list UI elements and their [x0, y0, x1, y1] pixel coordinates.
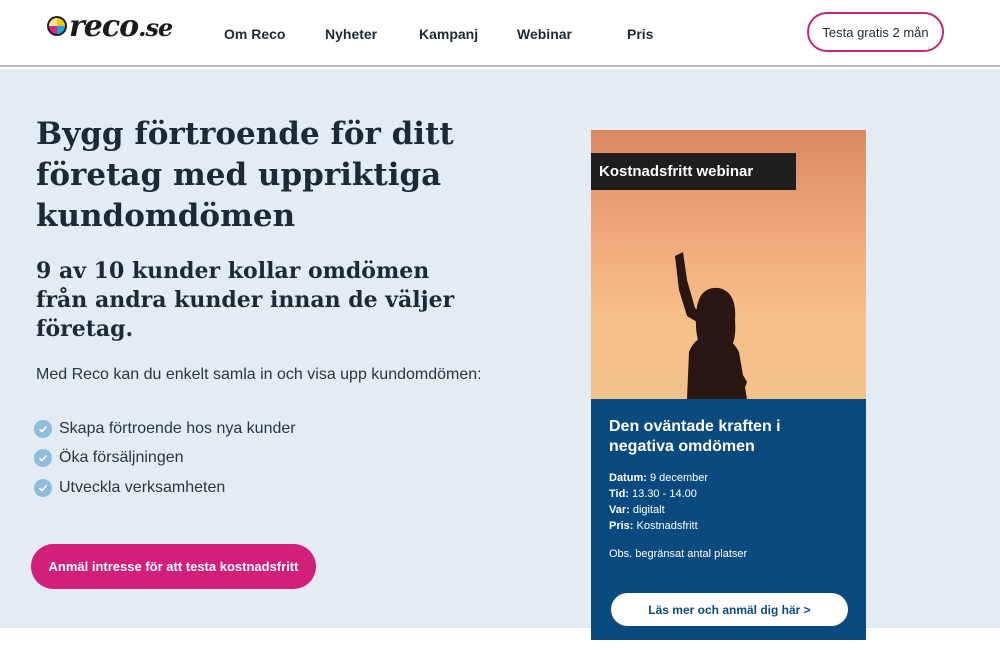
webinar-note: Obs. begränsat antal platser [609, 548, 748, 560]
nav-webinar[interactable]: Webinar [517, 26, 572, 42]
webinar-info: Den oväntade kraften i negativa omdömen … [591, 399, 866, 640]
webinar-tag: Kostnadsfritt webinar [591, 153, 796, 190]
logo-text: reco.se [69, 8, 173, 44]
webinar-price: Pris: Kostnadsfritt [609, 520, 698, 532]
webinar-hero-image: Kostnadsfritt webinar [591, 130, 866, 399]
check-icon [34, 419, 52, 438]
nav-om-reco[interactable]: Om Reco [224, 26, 285, 42]
register-interest-button[interactable]: Anmäl intresse för att testa kostnadsfri… [31, 544, 316, 589]
logo-color-wheel-icon [47, 16, 67, 36]
hero-headline: Bygg förtroende för ditt företag med upp… [36, 116, 454, 234]
webinar-date: Datum: 9 december [609, 472, 709, 484]
webinar-place: Var: digitalt [609, 504, 665, 516]
webinar-details: Datum: 9 december Tid: 13.30 - 14.00 Var… [609, 470, 708, 534]
benefit-label: Utveckla verksamheten [59, 478, 226, 496]
nav-kampanj[interactable]: Kampanj [419, 26, 478, 42]
check-icon [34, 449, 52, 468]
webinar-title: Den oväntade kraften i negativa omdömen [609, 418, 781, 455]
benefit-label: Skapa förtroende hos nya kunder [59, 419, 296, 437]
site-header: reco.se Om Reco Nyheter Kampanj Webinar … [0, 0, 1000, 67]
nav-nyheter[interactable]: Nyheter [325, 26, 377, 42]
webinar-signup-button[interactable]: Läs mer och anmäl dig här > [611, 593, 848, 626]
benefit-item: Skapa förtroende hos nya kunder [34, 414, 296, 444]
benefit-list: Skapa förtroende hos nya kunder Öka förs… [34, 414, 296, 503]
hero-subhead: 9 av 10 kunder kollar omdömen från andra… [36, 258, 455, 342]
benefit-label: Öka försäljningen [59, 449, 184, 467]
nav-pris[interactable]: Pris [627, 26, 653, 42]
webinar-card: Kostnadsfritt webinar Den oväntade kraft… [591, 130, 866, 640]
reco-logo[interactable]: reco.se [46, 8, 173, 44]
try-free-button[interactable]: Testa gratis 2 mån [807, 12, 944, 52]
benefit-item: Utveckla verksamheten [34, 473, 296, 503]
webinar-time: Tid: 13.30 - 14.00 [609, 488, 697, 500]
benefit-item: Öka försäljningen [34, 444, 296, 474]
hero-intro: Med Reco kan du enkelt samla in och visa… [36, 366, 482, 383]
check-icon [34, 478, 52, 497]
